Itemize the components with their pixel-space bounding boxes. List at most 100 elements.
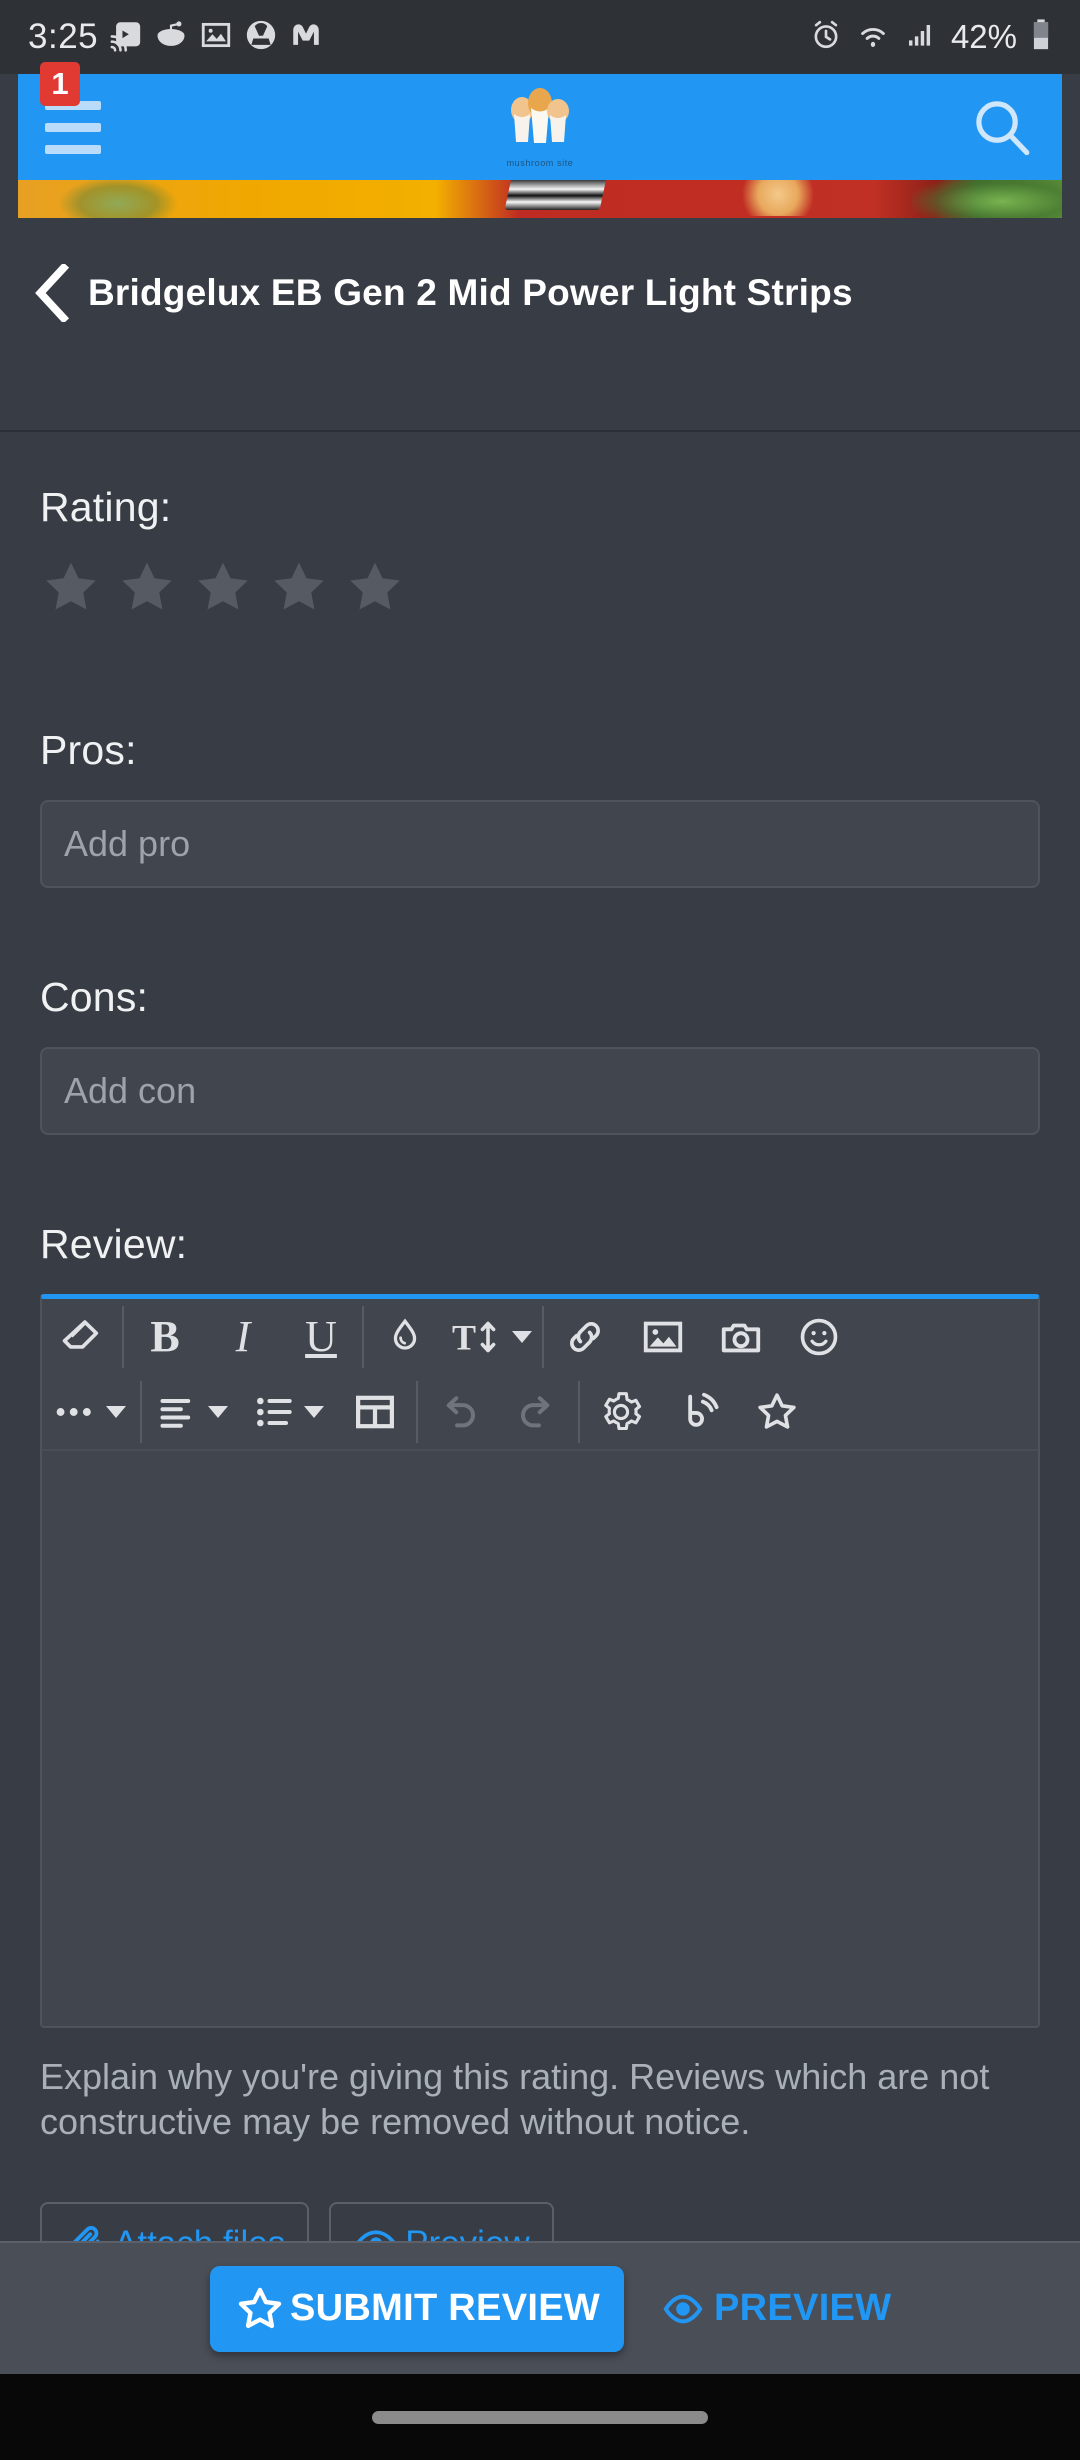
settings-gear-icon <box>604 1392 642 1431</box>
chevron-down-icon <box>208 1406 228 1418</box>
alarm-icon <box>810 19 842 56</box>
gallery-icon <box>199 18 233 57</box>
redo-icon <box>521 1396 550 1428</box>
bbcode-icon <box>688 1392 719 1427</box>
table-button[interactable] <box>336 1374 414 1450</box>
star-icon <box>758 1393 796 1429</box>
star-icon[interactable] <box>192 557 254 617</box>
chevron-down-icon <box>106 1406 126 1418</box>
page-title-bar: Bridgelux EB Gen 2 Mid Power Light Strip… <box>0 218 1080 368</box>
more-options-button[interactable] <box>42 1374 138 1450</box>
editor-toolbar-row-1: B I U T <box>42 1299 1038 1375</box>
clear-formatting-button[interactable] <box>42 1299 120 1375</box>
pros-label: Pros: <box>40 727 137 773</box>
cons-input[interactable] <box>40 1047 1040 1135</box>
malwarebytes-icon <box>289 18 323 57</box>
search-icon <box>976 101 1030 156</box>
insert-image-icon <box>643 1321 683 1353</box>
bottom-preview-button[interactable]: PREVIEW <box>658 2285 891 2333</box>
battery-percentage: 42% <box>950 18 1017 55</box>
review-label: Review: <box>40 1221 188 1267</box>
banner-plant-right <box>912 180 1062 218</box>
notification-badge: 1 <box>40 62 80 106</box>
cons-label: Cons: <box>40 974 149 1020</box>
mushroom-logo-icon <box>511 88 569 143</box>
svg-text:T: T <box>452 1318 476 1358</box>
underline-button[interactable]: U <box>282 1299 360 1375</box>
rating-field: Rating: <box>40 484 1040 617</box>
toolbar-separator <box>122 1306 124 1368</box>
search-button[interactable] <box>942 74 1062 180</box>
vlc-icon <box>244 18 278 57</box>
bold-button[interactable]: B <box>126 1299 204 1375</box>
toolbar-separator <box>578 1381 580 1443</box>
hamburger-menu-button[interactable]: 1 <box>18 62 128 180</box>
logo-caption: mushroom site <box>506 158 574 168</box>
toolbar-separator <box>140 1381 142 1443</box>
review-textarea[interactable] <box>42 1451 1038 2026</box>
redo-button[interactable] <box>498 1374 576 1450</box>
align-button[interactable] <box>144 1374 240 1450</box>
toolbar-separator <box>416 1381 418 1443</box>
cast-icon <box>109 18 143 57</box>
bbcode-button[interactable] <box>660 1374 738 1450</box>
back-chevron-icon <box>35 264 70 322</box>
reddit-icon <box>154 18 188 57</box>
star-icon[interactable] <box>344 557 406 617</box>
undo-button[interactable] <box>420 1374 498 1450</box>
bottom-preview-label: PREVIEW <box>714 2287 892 2329</box>
underline-icon: U <box>305 1312 337 1361</box>
star-icon[interactable] <box>268 557 330 617</box>
hamburger-bar <box>45 144 101 154</box>
insert-image-button[interactable] <box>624 1299 702 1375</box>
star-rating-input[interactable] <box>40 557 1040 617</box>
more-options-icon <box>56 1408 91 1416</box>
submit-review-button[interactable]: SUBMIT REVIEW <box>210 2265 625 2352</box>
review-form: Rating: Pros: Cons: Review: <box>0 484 1080 2286</box>
battery-icon <box>1030 18 1052 57</box>
rating-star-button[interactable] <box>738 1374 816 1450</box>
font-size-icon: T <box>452 1318 496 1358</box>
status-bar-right: 42% <box>810 18 1052 57</box>
insert-link-button[interactable] <box>546 1299 624 1375</box>
camera-icon <box>721 1323 761 1353</box>
emoji-button[interactable] <box>780 1299 858 1375</box>
star-icon <box>238 2287 282 2328</box>
status-bar-clock: 3:25 <box>28 17 99 56</box>
status-bar-left: 3:25 <box>28 17 323 57</box>
text-color-icon <box>393 1318 417 1350</box>
status-bar: 3:25 42% <box>0 0 1080 74</box>
toolbar-separator <box>362 1306 364 1368</box>
list-button[interactable] <box>240 1374 336 1450</box>
rich-text-editor: B I U T <box>40 1294 1040 2028</box>
chevron-down-icon <box>512 1331 532 1343</box>
toolbar-separator <box>542 1306 544 1368</box>
italic-icon: I <box>235 1312 251 1361</box>
align-icon <box>160 1398 191 1428</box>
font-size-button[interactable]: T <box>444 1299 540 1375</box>
home-gesture-pill[interactable] <box>372 2410 708 2424</box>
editor-settings-button[interactable] <box>582 1374 660 1450</box>
eye-icon <box>663 2294 703 2323</box>
hamburger-bar <box>45 122 101 132</box>
star-icon[interactable] <box>40 557 102 617</box>
wifi-icon <box>855 19 891 56</box>
app-screen: 3:25 42% 1 mushroom site Bridgelux EB Ge… <box>0 0 1080 2460</box>
italic-button[interactable]: I <box>204 1299 282 1375</box>
camera-button[interactable] <box>702 1299 780 1375</box>
title-divider <box>0 430 1080 432</box>
signal-icon <box>904 19 938 56</box>
table-icon <box>356 1395 394 1429</box>
site-banner-image <box>18 180 1062 218</box>
app-header: 1 mushroom site <box>18 62 1062 180</box>
back-button[interactable] <box>24 261 80 325</box>
text-color-button[interactable] <box>366 1299 444 1375</box>
clear-formatting-icon <box>62 1320 99 1349</box>
page-title: Bridgelux EB Gen 2 Mid Power Light Strip… <box>88 272 853 313</box>
star-icon[interactable] <box>116 557 178 617</box>
submit-review-label: SUBMIT REVIEW <box>290 2287 601 2329</box>
emoji-icon <box>800 1318 838 1356</box>
chevron-down-icon <box>304 1406 324 1418</box>
editor-toolbar-row-2 <box>42 1375 1038 1451</box>
pros-input[interactable] <box>40 800 1040 888</box>
